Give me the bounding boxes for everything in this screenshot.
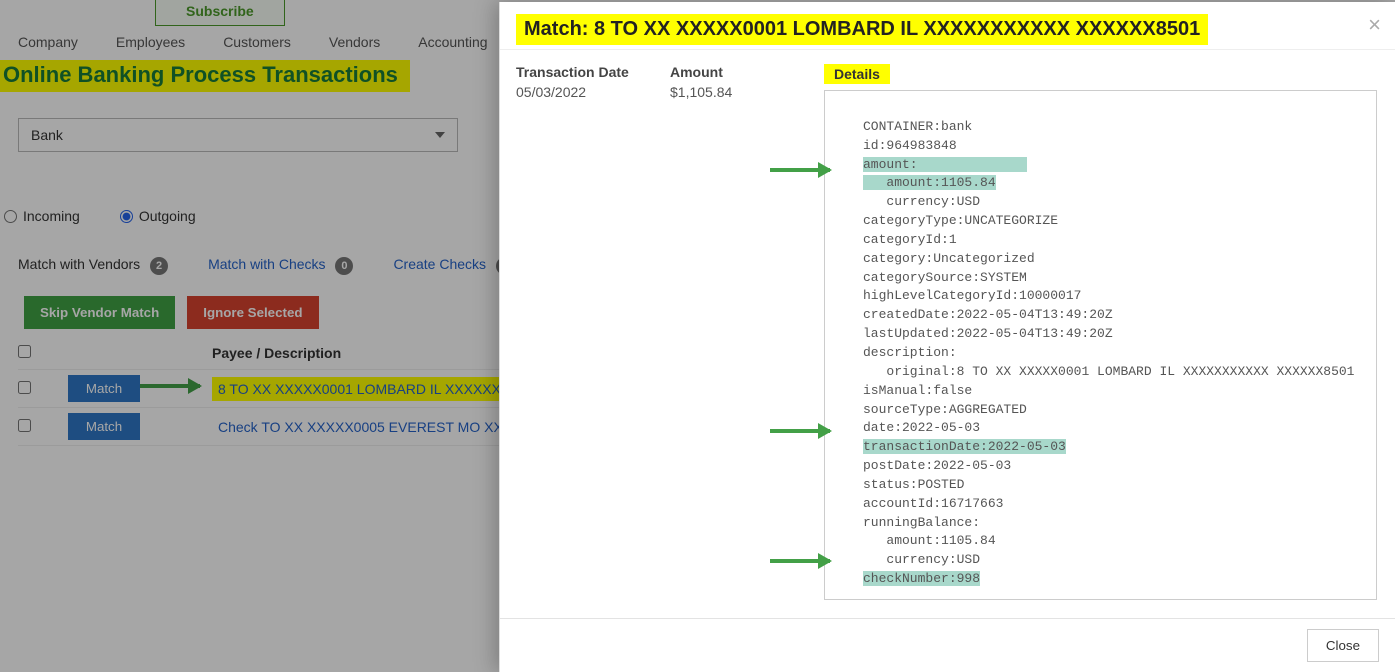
detail-line: runningBalance: (863, 515, 980, 530)
annotation-arrow-icon (770, 429, 830, 433)
detail-line: amount:1105.84 (886, 533, 995, 548)
detail-line: status:POSTED (863, 477, 964, 492)
detail-line-check-number: checkNumber:998 (863, 571, 980, 586)
detail-line: accountId:16717663 (863, 496, 1003, 511)
detail-line-amount-header: amount: (863, 157, 918, 172)
detail-line: createdDate:2022-05-04T13:49:20Z (863, 307, 1113, 322)
detail-line: currency:USD (886, 552, 980, 567)
detail-line: category:Uncategorized (863, 251, 1035, 266)
detail-line: postDate:2022-05-03 (863, 458, 1011, 473)
amount-label: Amount (670, 64, 820, 80)
match-detail-modal: Match: 8 TO XX XXXXX0001 LOMBARD IL XXXX… (499, 2, 1395, 672)
detail-line: id:964983848 (863, 138, 957, 153)
detail-line: description: (863, 345, 957, 360)
detail-line: categoryType:UNCATEGORIZE (863, 213, 1058, 228)
annotation-arrow-icon (770, 168, 830, 172)
modal-title: Match: 8 TO XX XXXXX0001 LOMBARD IL XXXX… (516, 14, 1208, 45)
detail-line: sourceType:AGGREGATED (863, 402, 1027, 417)
transaction-date-value: 05/03/2022 (516, 84, 666, 100)
detail-line: isManual:false (863, 383, 972, 398)
annotation-arrow-icon (770, 559, 830, 563)
detail-line: currency:USD (886, 194, 980, 209)
detail-line: date:2022-05-03 (863, 420, 980, 435)
detail-line: highLevelCategoryId:10000017 (863, 288, 1081, 303)
transaction-date-label: Transaction Date (516, 64, 666, 80)
amount-value: $1,105.84 (670, 84, 820, 100)
detail-line: original:8 TO XX XXXXX0001 LOMBARD IL XX… (886, 364, 1354, 379)
details-header: Details (824, 64, 890, 84)
detail-line: categoryId:1 (863, 232, 957, 247)
close-icon[interactable]: × (1368, 12, 1381, 38)
detail-line-transaction-date: transactionDate:2022-05-03 (863, 439, 1066, 454)
close-button[interactable]: Close (1307, 629, 1379, 662)
details-raw: CONTAINER:bank id:964983848 amount: amou… (824, 90, 1377, 600)
detail-line: categorySource:SYSTEM (863, 270, 1027, 285)
detail-line: CONTAINER:bank (863, 119, 972, 134)
detail-line: lastUpdated:2022-05-04T13:49:20Z (863, 326, 1113, 341)
detail-line-amount: amount:1105.84 (886, 175, 995, 190)
